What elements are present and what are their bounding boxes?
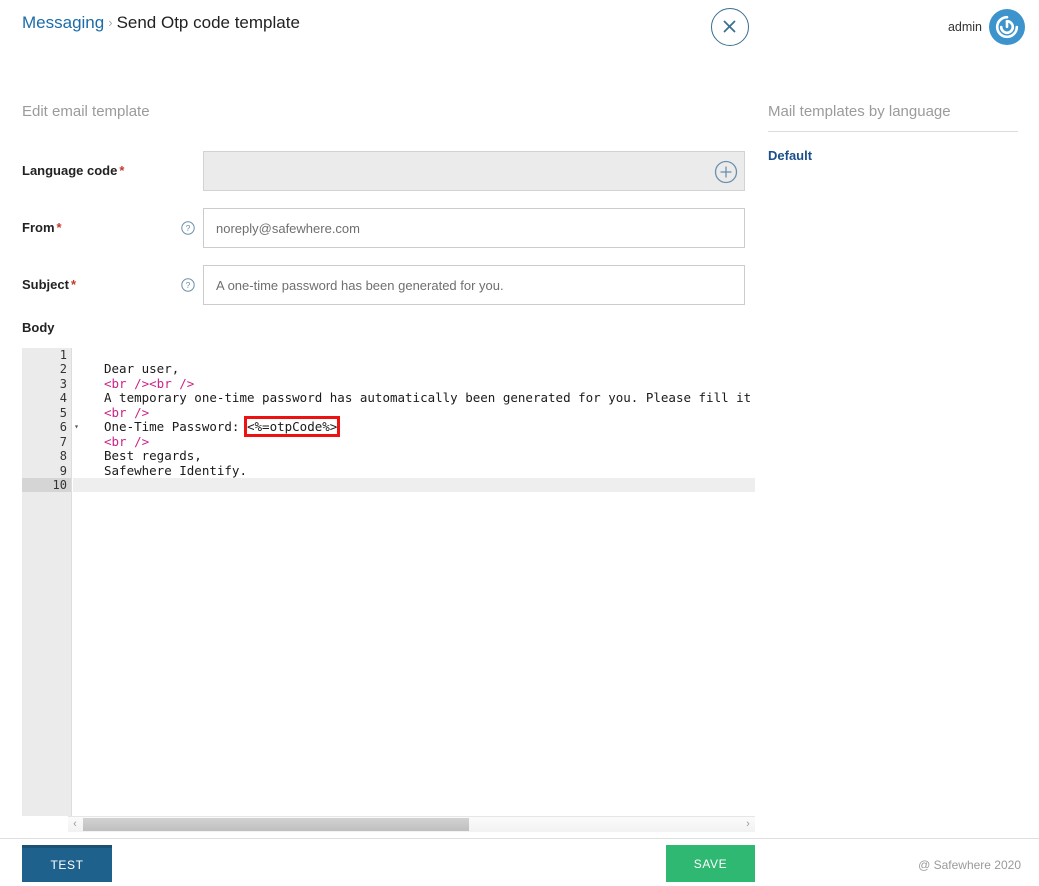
code-line[interactable]: <br /> bbox=[73, 433, 755, 449]
svg-text:?: ? bbox=[186, 280, 191, 290]
body-code-editor[interactable]: 1 2 3 4 5 6 ▾ 7 8 9 10 Dear user, <br /><br /> A tem… bbox=[22, 348, 755, 816]
label-body: Body bbox=[22, 320, 55, 335]
label-subject: Subject * bbox=[22, 265, 76, 305]
gutter-line-number: 9 bbox=[59, 463, 67, 478]
mail-templates-title: Mail templates by language bbox=[768, 103, 1018, 132]
code-token-text: Best regards, bbox=[104, 448, 202, 464]
question-mark-circle-icon[interactable]: ? bbox=[181, 278, 195, 292]
test-button[interactable]: TEST bbox=[22, 845, 112, 882]
gutter-line-number: 8 bbox=[59, 449, 67, 464]
label-from-text: From bbox=[22, 220, 55, 235]
code-line[interactable] bbox=[73, 477, 755, 493]
required-marker: * bbox=[119, 163, 125, 178]
breadcrumb-separator: › bbox=[108, 15, 113, 30]
footer-divider bbox=[0, 838, 1039, 839]
code-token-text: One-Time Password: bbox=[104, 419, 247, 435]
save-button[interactable]: SAVE bbox=[666, 845, 755, 882]
scrollbar-thumb[interactable] bbox=[83, 818, 469, 831]
editor-gutter: 1 2 3 4 5 6 ▾ 7 8 9 10 bbox=[22, 348, 79, 816]
user-menu[interactable]: admin bbox=[948, 8, 1025, 46]
required-marker: * bbox=[56, 220, 62, 235]
code-token-text: A temporary one-time password has automa… bbox=[104, 390, 755, 406]
page-header: Messaging › Send Otp code template admin bbox=[0, 0, 1039, 56]
code-token-text: Safewhere Identify. bbox=[104, 462, 247, 478]
form-row-subject: Subject * ? bbox=[22, 265, 762, 305]
editor-horizontal-scrollbar[interactable]: ‹ › bbox=[68, 816, 755, 832]
gutter-line-number: 3 bbox=[59, 376, 67, 391]
mail-templates-panel: Mail templates by language Default bbox=[768, 103, 1018, 163]
code-line[interactable]: Safewhere Identify. bbox=[73, 462, 755, 478]
gutter-line-number: 6 ▾ bbox=[59, 420, 79, 435]
editor-code-area[interactable]: Dear user, <br /><br /> A temporary one-ti… bbox=[73, 348, 755, 816]
language-code-input[interactable] bbox=[203, 151, 745, 191]
label-from: From * bbox=[22, 208, 62, 248]
close-circle-icon[interactable] bbox=[711, 8, 749, 46]
gutter-line-number: 1 bbox=[59, 348, 67, 362]
code-line[interactable] bbox=[73, 348, 755, 362]
label-language-code: Language code * bbox=[22, 151, 124, 191]
code-token-tag: <br /> bbox=[104, 433, 150, 449]
breadcrumb: Messaging › Send Otp code template bbox=[22, 13, 300, 33]
gutter-line-number: 7 bbox=[59, 434, 67, 449]
code-line[interactable]: A temporary one-time password has automa… bbox=[73, 391, 755, 405]
code-token-tag: <br /><br /> bbox=[104, 375, 195, 391]
safewhere-spiral-logo-icon[interactable] bbox=[989, 9, 1025, 45]
copyright-text: @ Safewhere 2020 bbox=[918, 858, 1021, 872]
form-row-from: From * ? bbox=[22, 208, 762, 248]
question-mark-circle-icon[interactable]: ? bbox=[181, 221, 195, 235]
gutter-line-number: 4 bbox=[59, 391, 67, 406]
plus-circle-icon[interactable] bbox=[714, 160, 738, 184]
code-line[interactable]: One-Time Password: <%=otpCode%> bbox=[73, 416, 755, 438]
subject-input[interactable] bbox=[203, 265, 745, 305]
scroll-right-arrow-icon[interactable]: › bbox=[741, 817, 755, 832]
gutter-line-number: 10 bbox=[22, 477, 71, 493]
breadcrumb-link-messaging[interactable]: Messaging bbox=[22, 13, 104, 32]
gutter-line-number: 5 bbox=[59, 405, 67, 420]
required-marker: * bbox=[70, 277, 77, 292]
code-line[interactable]: Dear user, bbox=[73, 362, 755, 376]
code-line[interactable]: Best regards, bbox=[73, 448, 755, 464]
breadcrumb-current: Send Otp code template bbox=[116, 13, 300, 32]
section-title: Edit email template bbox=[22, 103, 150, 120]
scroll-left-arrow-icon[interactable]: ‹ bbox=[68, 817, 82, 832]
gutter-line-number: 2 bbox=[59, 362, 67, 377]
label-subject-text: Subject bbox=[22, 277, 69, 292]
otp-code-token-highlight: <%=otpCode%> bbox=[243, 416, 341, 438]
from-input[interactable] bbox=[203, 208, 745, 248]
code-token-text: Dear user, bbox=[104, 361, 180, 377]
mail-template-item-default[interactable]: Default bbox=[768, 148, 1018, 163]
code-token-tag: <br /> bbox=[104, 404, 150, 420]
svg-text:?: ? bbox=[186, 223, 191, 233]
user-name-label: admin bbox=[947, 20, 982, 34]
form-row-language-code: Language code * bbox=[22, 151, 762, 191]
label-language-code-text: Language code bbox=[22, 163, 118, 178]
code-line[interactable]: <br /><br /> bbox=[73, 375, 755, 391]
